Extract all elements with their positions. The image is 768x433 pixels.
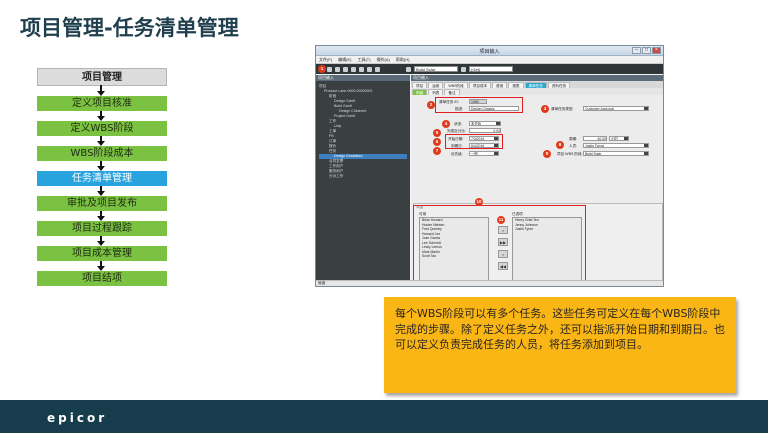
tab-strip: 项目 运用 WBS阶段 项目成本 费用 报表 清单任务 资料任务 bbox=[411, 81, 663, 88]
flow-step-active: 任务清单管理 bbox=[37, 161, 167, 186]
window-controls: – □ × bbox=[632, 47, 661, 54]
project-search-input[interactable]: Build Solar bbox=[414, 66, 458, 72]
status-label: 状态: bbox=[454, 122, 463, 126]
tab[interactable]: 运用 bbox=[428, 82, 444, 88]
delete-icon[interactable] bbox=[335, 66, 340, 72]
wbs-select[interactable]: Build Solar bbox=[583, 151, 649, 156]
date-highlight-box bbox=[445, 134, 503, 149]
save-icon[interactable] bbox=[327, 66, 332, 72]
search-icon[interactable] bbox=[375, 66, 380, 72]
menu-actions[interactable]: 操作(A) bbox=[377, 57, 390, 63]
tab[interactable]: 资料任务 bbox=[547, 82, 571, 88]
wbs-label: 项目 WBS 阶段: bbox=[557, 152, 583, 156]
step-badge: 2 bbox=[427, 101, 435, 109]
tab[interactable]: WBS阶段 bbox=[444, 82, 468, 88]
flow-step: 项目过程跟踪 bbox=[37, 211, 167, 236]
status-bar: 就绪 bbox=[316, 280, 663, 286]
highlight-box bbox=[435, 97, 523, 113]
flow-step: WBS阶段成本 bbox=[37, 136, 167, 161]
tab[interactable]: 清单任务 bbox=[524, 82, 547, 88]
flow-step: 项目结项 bbox=[37, 261, 167, 286]
step-badge: 3 bbox=[541, 105, 549, 113]
step-badge: 10 bbox=[475, 198, 483, 206]
step-badge: 4 bbox=[442, 120, 450, 128]
status-select[interactable]: 未开始 bbox=[469, 121, 501, 126]
process-flow: 项目管理 定义项目核准 定义WBS阶段 WBS阶段成本 任务清单管理 审批及项目… bbox=[37, 68, 167, 286]
app-window: 项目输入 – □ × 文件(F) 编辑(E) 工具(T) 操作(A) 帮助(H)… bbox=[315, 45, 664, 287]
menu-file[interactable]: 文件(F) bbox=[319, 57, 332, 63]
step-badge: 5 bbox=[433, 129, 441, 137]
type-label: 清单任务类型: bbox=[551, 107, 574, 111]
tree-pane: 项目输入 项目 Produce Lane 0000.00000002 阶段 Desig… bbox=[316, 75, 410, 282]
flow-header: 项目管理 bbox=[37, 68, 167, 86]
flow-step: 审批及项目发布 bbox=[37, 186, 167, 211]
subtab-strip: 明细 列表 备注 bbox=[411, 88, 663, 95]
priority-label: 优先级: bbox=[451, 152, 463, 156]
refresh-icon[interactable] bbox=[351, 66, 356, 72]
complete-field[interactable]: 0.00 bbox=[469, 128, 501, 133]
flow-step: 定义WBS阶段 bbox=[37, 111, 167, 136]
menu-help[interactable]: 帮助(H) bbox=[396, 57, 410, 63]
menu-bar: 文件(F) 编辑(E) 工具(T) 操作(A) 帮助(H) bbox=[316, 56, 663, 64]
menu-tools[interactable]: 工具(T) bbox=[357, 57, 370, 63]
tab[interactable]: 费用 bbox=[492, 82, 508, 88]
menu-edit[interactable]: 编辑(E) bbox=[338, 57, 351, 63]
step-badge: 1 bbox=[318, 65, 326, 73]
step-badge: 7 bbox=[433, 147, 441, 155]
id-input[interactable]: (Get) bbox=[469, 66, 513, 72]
maximize-icon[interactable]: □ bbox=[642, 47, 651, 54]
window-titlebar: 项目输入 – □ × bbox=[316, 46, 663, 56]
priority-select[interactable]: 一般 bbox=[469, 151, 499, 156]
step-badge: 11 bbox=[497, 216, 505, 224]
flow-step: 项目成本管理 bbox=[37, 236, 167, 261]
step-badge: 8 bbox=[556, 141, 564, 149]
tab[interactable]: 报表 bbox=[508, 82, 524, 88]
tree-node[interactable]: 分派工作 bbox=[319, 174, 407, 179]
step-badge: 9 bbox=[543, 150, 551, 158]
window-title: 项目输入 bbox=[479, 49, 500, 55]
person-select[interactable]: Justin Tyrnst bbox=[583, 143, 649, 148]
type-select[interactable]: Customer Approval bbox=[583, 106, 649, 111]
binoculars-icon[interactable] bbox=[406, 66, 411, 72]
step-badge: 6 bbox=[433, 138, 441, 146]
duration-label: 周期: bbox=[569, 137, 578, 141]
flow-step: 定义项目核准 bbox=[37, 85, 167, 111]
duration-field[interactable]: 40.00 bbox=[583, 136, 607, 141]
epicor-logo: epicor bbox=[47, 411, 108, 425]
slide-title: 项目管理-任务清单管理 bbox=[20, 16, 239, 40]
undo-icon[interactable] bbox=[343, 66, 348, 72]
detail-pane: 项目输入 项目 运用 WBS阶段 项目成本 费用 报表 清单任务 资料任务 明细 列表 备注 清单… bbox=[411, 75, 663, 286]
footer-bar: epicor bbox=[0, 400, 768, 433]
dropdown-icon[interactable] bbox=[461, 66, 466, 72]
attach-icon[interactable] bbox=[367, 66, 372, 72]
tab[interactable]: 项目 bbox=[412, 82, 428, 88]
duration-unit-select[interactable]: 小时 bbox=[609, 136, 629, 141]
tree-nodes: 项目 Produce Lane 0000.00000002 阶段 Design Gan… bbox=[319, 84, 407, 179]
close-icon[interactable]: × bbox=[652, 47, 661, 54]
print-icon[interactable] bbox=[359, 66, 364, 72]
task-form: 清单任务 ID: 1069 描述: Design Chassis 清单任务类型:… bbox=[411, 95, 663, 286]
tab[interactable]: 项目成本 bbox=[468, 82, 492, 88]
explanation-callout: 每个WBS阶段可以有多个任务。这些任务可定义在每个WBS阶段中完成的步骤。除了定… bbox=[384, 297, 736, 393]
minimize-icon[interactable]: – bbox=[632, 47, 641, 54]
tree-header: 项目输入 bbox=[316, 75, 410, 81]
person-label: 人员: bbox=[569, 144, 578, 148]
toolbar: Build Solar (Get) bbox=[316, 64, 663, 74]
